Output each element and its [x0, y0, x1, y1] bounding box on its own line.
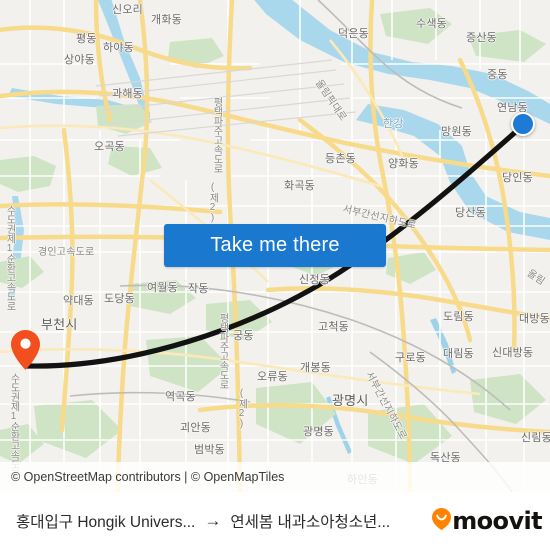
- map-attribution-bar: © OpenStreetMap contributors | © OpenMap…: [0, 462, 550, 492]
- moovit-logo[interactable]: moovit: [432, 507, 543, 535]
- arrow-right-icon: →: [204, 511, 222, 530]
- moovit-route-preview: 신오리 개화동 덕은동 수색동 증산동 평동 하야동 상야동 중동 과해동 오곡동 연남동 한강 망원동 양…: [0, 0, 550, 550]
- origin-marker[interactable]: [511, 112, 535, 136]
- route-origin-label: 홍대입구 Hongik Univers...: [16, 514, 196, 531]
- map-canvas[interactable]: 신오리 개화동 덕은동 수색동 증산동 평동 하야동 상야동 중동 과해동 오곡동 연남동 한강 망원동 양…: [0, 0, 550, 492]
- moovit-pin-icon: [432, 507, 452, 535]
- destination-marker[interactable]: [11, 330, 40, 370]
- route-footer: 홍대입구 Hongik Univers... → 연세봄 내과소아청소년... …: [0, 492, 550, 550]
- attribution-text[interactable]: © OpenStreetMap contributors | © OpenMap…: [11, 470, 284, 484]
- take-me-there-button[interactable]: Take me there: [164, 224, 386, 267]
- route-destination-label: 연세봄 내과소아청소년...: [230, 514, 391, 531]
- moovit-wordmark: moovit: [452, 507, 542, 535]
